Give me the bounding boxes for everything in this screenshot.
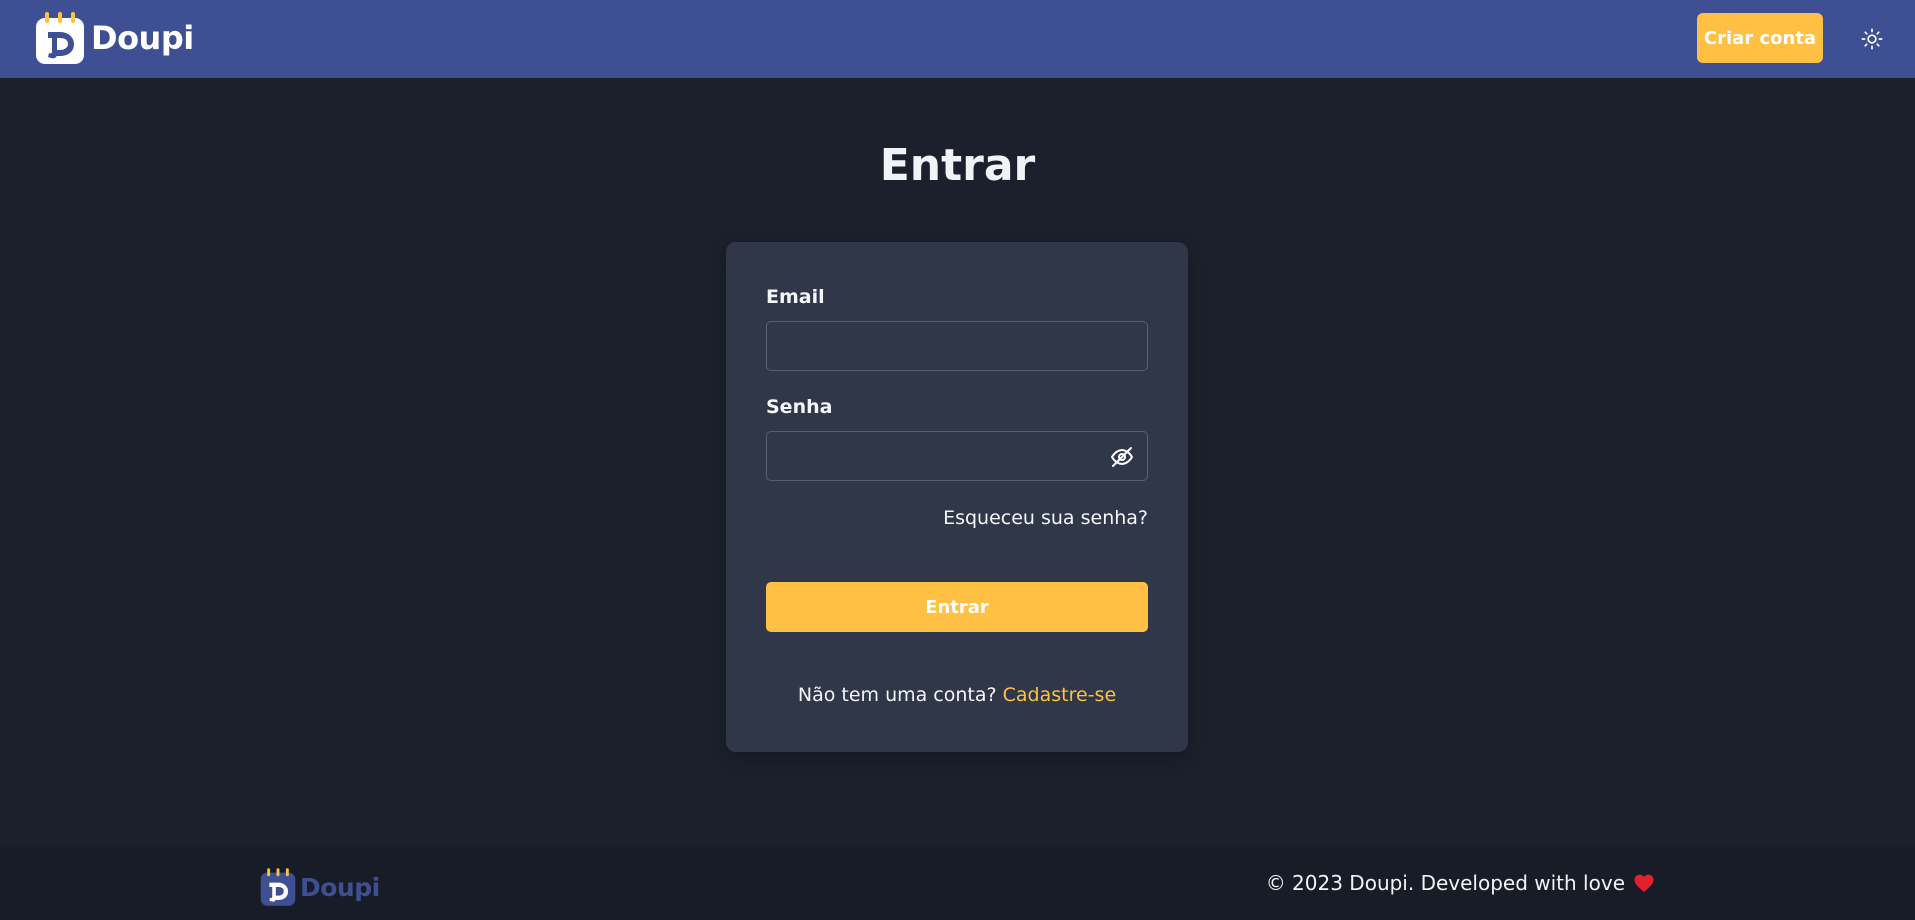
footer-brand-logo[interactable]: Doupi	[260, 867, 380, 907]
create-account-button[interactable]: Criar conta	[1697, 13, 1823, 63]
sun-icon	[1861, 28, 1883, 50]
page-title: Entrar	[879, 140, 1036, 191]
calendar-logo-icon	[36, 12, 84, 64]
theme-toggle-button[interactable]	[1857, 24, 1887, 54]
calendar-logo-icon	[260, 868, 296, 906]
login-button[interactable]: Entrar	[766, 582, 1148, 632]
password-input[interactable]	[767, 432, 1147, 480]
email-field-wrapper	[766, 321, 1148, 371]
heart-icon	[1634, 874, 1654, 893]
login-card: Email Senha Esqueceu sua senha? Entrar N…	[726, 242, 1188, 752]
signup-link[interactable]: Cadastre-se	[1003, 684, 1117, 706]
toggle-password-visibility-button[interactable]	[1109, 445, 1135, 469]
footer: Doupi © 2023 Doupi. Developed with love	[0, 847, 1915, 920]
eye-off-icon	[1111, 447, 1133, 467]
copyright: © 2023 Doupi. Developed with love	[1266, 871, 1655, 895]
email-label: Email	[766, 286, 825, 308]
footer-brand-name: Doupi	[300, 872, 380, 902]
brand-logo[interactable]: Doupi	[35, 11, 194, 65]
forgot-password-link[interactable]: Esqueceu sua senha?	[943, 507, 1148, 529]
brand-name: Doupi	[91, 19, 194, 57]
top-navbar: Doupi Criar conta	[0, 0, 1915, 78]
no-account-text: Não tem uma conta?	[797, 684, 997, 706]
password-label: Senha	[766, 396, 833, 418]
signup-prompt: Não tem uma conta? Cadastre-se	[726, 684, 1188, 706]
email-input[interactable]	[767, 322, 1147, 370]
copyright-text: © 2023 Doupi. Developed with love	[1265, 871, 1625, 895]
password-field-wrapper	[766, 431, 1148, 481]
